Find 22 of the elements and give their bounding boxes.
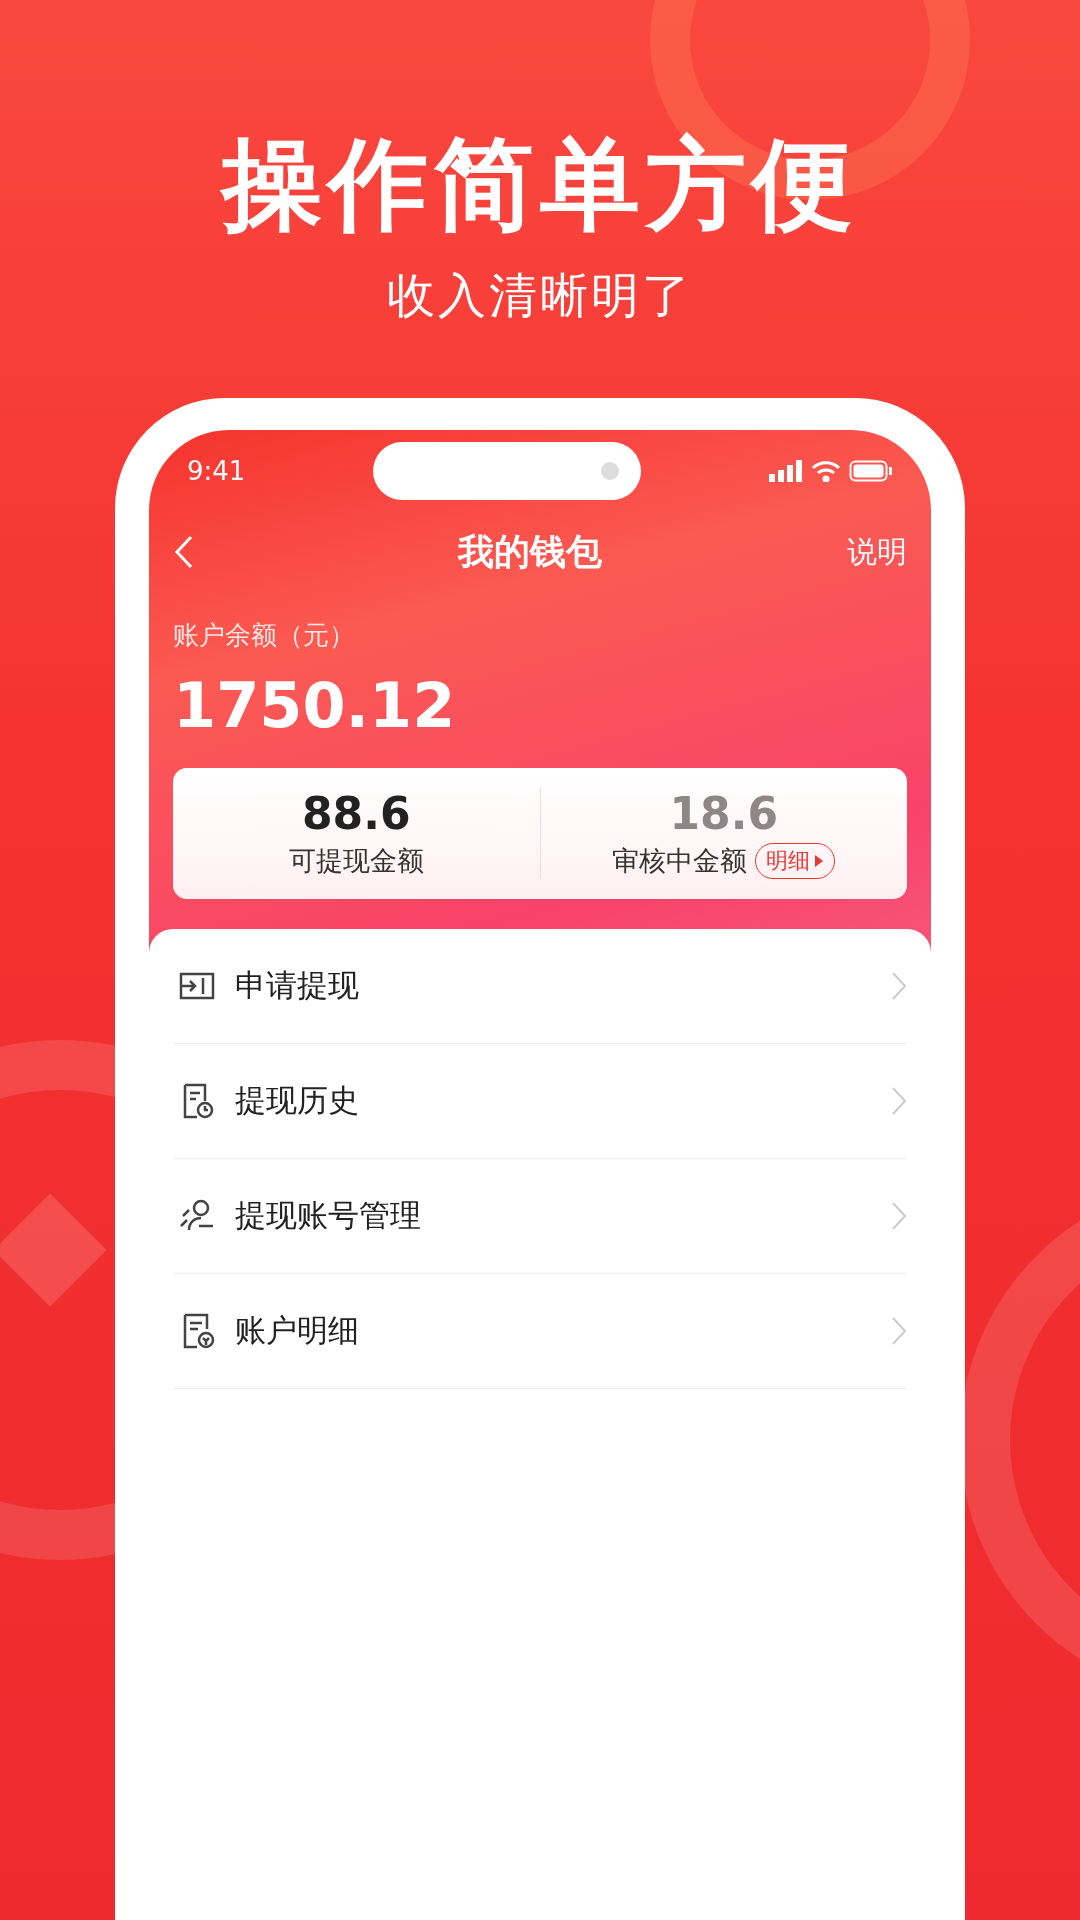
page-title: 我的钱包 — [458, 529, 602, 574]
back-icon — [173, 534, 195, 570]
subheadline: 收入清晰明了 — [387, 266, 693, 325]
chevron-icon — [891, 1316, 907, 1346]
menu-item[interactable]: 提现历史 — [173, 1044, 907, 1159]
amount-label: 审核中金额 — [612, 844, 748, 878]
amount-value: 88.6 — [301, 788, 411, 839]
balance-amount: 1750.12 — [173, 669, 457, 742]
chevron-icon — [891, 1201, 907, 1231]
signal-icon — [769, 460, 803, 482]
menu-item[interactable]: 提现账号管理 — [173, 1159, 907, 1274]
balance-label: 账户余额（元） — [173, 619, 356, 652]
triangle-icon — [814, 854, 825, 868]
amount-value: 18.6 — [669, 788, 779, 839]
battery-icon — [849, 460, 893, 482]
status-time: 9:41 — [187, 456, 246, 486]
menu-item[interactable]: 账户明细 — [173, 1274, 907, 1389]
menu-item[interactable]: 申请提现 — [173, 929, 907, 1044]
chevron-icon — [891, 1086, 907, 1116]
wifi-icon — [811, 460, 841, 482]
amount-label: 可提现金额 — [288, 844, 424, 878]
chevron-icon — [891, 971, 907, 1001]
